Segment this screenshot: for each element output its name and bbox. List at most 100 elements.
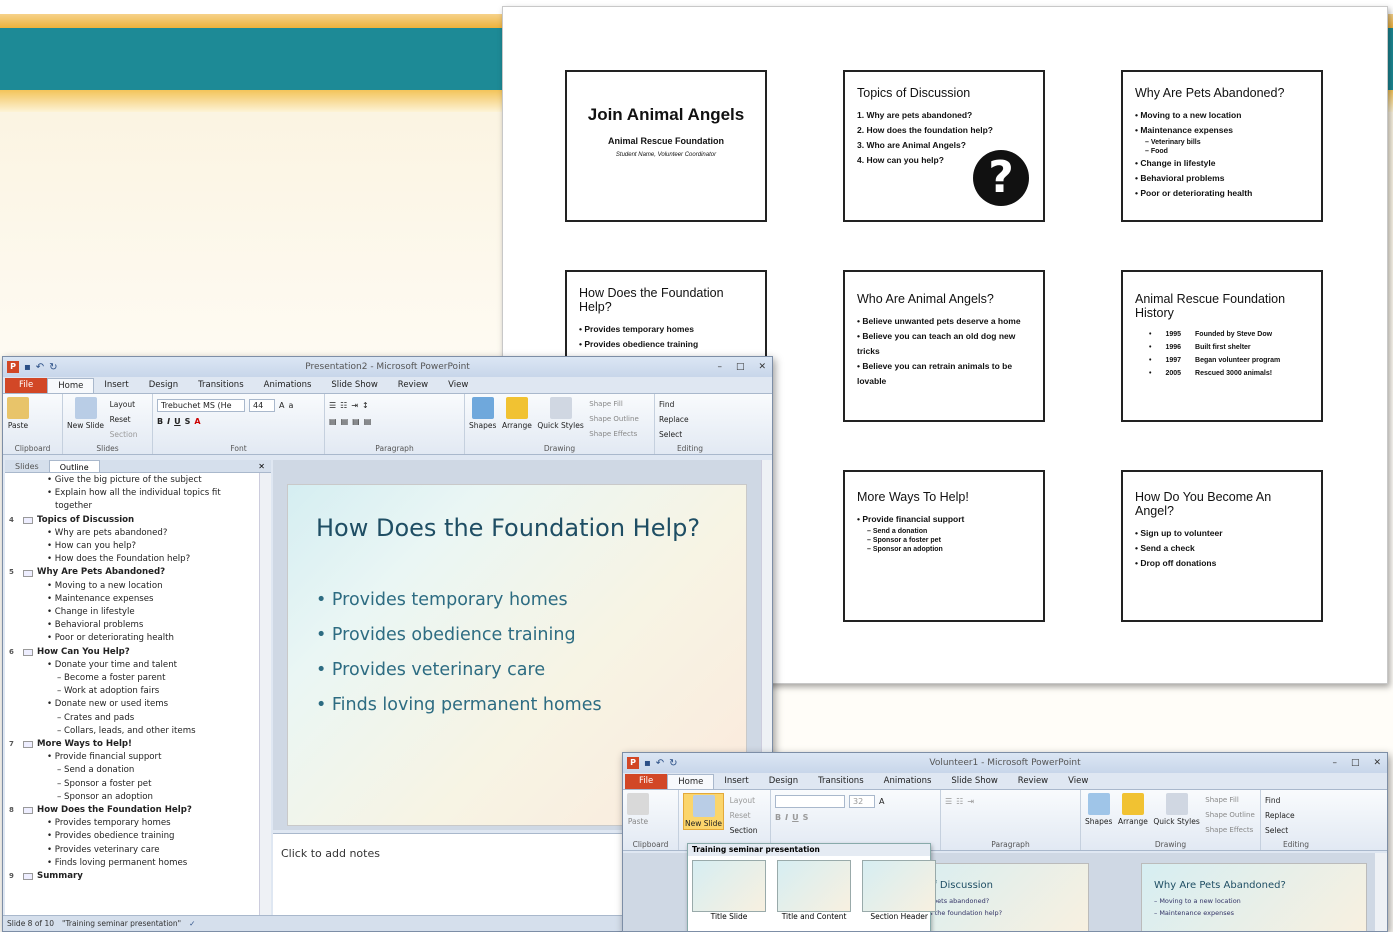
outline-bullet[interactable]: • Give the big picture of the subject (9, 474, 267, 487)
strikethrough-icon[interactable]: S (185, 417, 191, 426)
bold-icon[interactable]: B (775, 813, 781, 822)
reset-button[interactable]: Reset (730, 808, 758, 823)
shape-effects-button[interactable]: Shape Effects (1205, 823, 1254, 838)
close-button[interactable]: ✕ (1373, 758, 1381, 768)
layout-button[interactable]: Layout (110, 397, 138, 412)
shape-fill-button[interactable]: Shape Fill (589, 397, 638, 412)
underline-icon[interactable]: U (792, 813, 799, 822)
outline-bullet[interactable]: – Sponsor a foster pet (9, 778, 267, 791)
shape-fill-button[interactable]: Shape Fill (1205, 793, 1254, 808)
section-button[interactable]: Section (730, 823, 758, 838)
section-button[interactable]: Section (110, 427, 138, 442)
slide-bullet[interactable]: • Provides veterinary care (316, 653, 602, 688)
find-button[interactable]: Find (659, 397, 721, 412)
close-pane-icon[interactable]: ✕ (258, 460, 271, 472)
slide-title[interactable]: How Does the Foundation Help? (316, 511, 716, 545)
shrink-font-icon[interactable]: a (288, 401, 293, 410)
paste-button[interactable]: Paste (627, 793, 649, 826)
numbering-icon[interactable]: ☷ (340, 401, 347, 410)
numbering-icon[interactable]: ☷ (956, 797, 963, 806)
tab-slide-show[interactable]: Slide Show (321, 378, 387, 393)
shape-effects-button[interactable]: Shape Effects (589, 427, 638, 442)
bullets-icon[interactable]: ☰ (945, 797, 952, 806)
outline-bullet[interactable]: • Change in lifestyle (9, 606, 267, 619)
slide-bullet[interactable]: • Provides obedience training (316, 618, 602, 653)
outline-bullet[interactable]: • How does the Foundation help? (9, 553, 267, 566)
maximize-button[interactable]: □ (736, 362, 745, 372)
tab-slide-show[interactable]: Slide Show (941, 774, 1007, 789)
justify-icon[interactable]: ▤ (364, 417, 372, 426)
select-button[interactable]: Select (659, 427, 721, 442)
shapes-button[interactable]: Shapes (469, 397, 496, 430)
slide-bullet[interactable]: • Finds loving permanent homes (316, 688, 602, 723)
tab-review[interactable]: Review (388, 378, 438, 393)
outline-scrollbar[interactable] (259, 473, 271, 915)
indent-icon[interactable]: ⇥ (351, 401, 358, 410)
outline-bullet[interactable]: • Poor or deteriorating health (9, 632, 267, 645)
layout-title-slide[interactable]: Title Slide (692, 860, 766, 921)
tab-transitions[interactable]: Transitions (188, 378, 254, 393)
tab-view[interactable]: View (1058, 774, 1098, 789)
quick-styles-button[interactable]: Quick Styles (1153, 793, 1200, 826)
select-button[interactable]: Select (1265, 823, 1327, 838)
italic-icon[interactable]: I (167, 417, 170, 426)
font-name-box[interactable]: Trebuchet MS (He (157, 398, 245, 412)
outline-slide-title[interactable]: 6 How Can You Help? (9, 646, 267, 659)
tab-design[interactable]: Design (759, 774, 808, 789)
layout-title-and-content[interactable]: Title and Content (777, 860, 852, 921)
shape-outline-button[interactable]: Shape Outline (1205, 808, 1254, 823)
outline-bullet[interactable]: • Maintenance expenses (9, 593, 267, 606)
close-button[interactable]: ✕ (758, 362, 766, 372)
tab-outline-pane[interactable]: Outline (48, 460, 100, 472)
bullets-icon[interactable]: ☰ (329, 401, 336, 410)
shapes-button[interactable]: Shapes (1085, 793, 1112, 826)
outline-bullet[interactable]: – Work at adoption fairs (9, 685, 267, 698)
undo-icon[interactable]: ↶ (36, 362, 44, 373)
tab-view[interactable]: View (438, 378, 478, 393)
font-name-box[interactable] (775, 794, 845, 808)
replace-button[interactable]: Replace (659, 412, 721, 427)
outline-bullet[interactable]: • Moving to a new location (9, 580, 267, 593)
redo-icon[interactable]: ↻ (669, 758, 677, 769)
tab-insert[interactable]: Insert (94, 378, 138, 393)
save-icon[interactable]: ▪ (644, 758, 651, 769)
layout-section-header[interactable]: Section Header (862, 860, 937, 921)
outline-slide-title[interactable]: 7 More Ways to Help! (9, 738, 267, 751)
grow-font-icon[interactable]: A (879, 797, 884, 806)
line-spacing-icon[interactable]: ↕ (362, 401, 369, 410)
save-icon[interactable]: ▪ (24, 362, 31, 373)
tab-home[interactable]: Home (667, 774, 715, 789)
indent-icon[interactable]: ⇥ (967, 797, 974, 806)
scrollbar[interactable] (1375, 853, 1387, 931)
outline-bullet[interactable]: – Crates and pads (9, 712, 267, 725)
minimize-button[interactable]: – (717, 362, 722, 372)
outline-bullet[interactable]: • Provides obedience training (9, 830, 267, 843)
bold-icon[interactable]: B (157, 417, 163, 426)
shape-outline-button[interactable]: Shape Outline (589, 412, 638, 427)
outline-bullet[interactable]: • Provide financial support (9, 751, 267, 764)
outline-bullet[interactable]: • Why are pets abandoned? (9, 527, 267, 540)
quick-styles-button[interactable]: Quick Styles (537, 397, 584, 430)
outline-slide-title[interactable]: 9 Summary (9, 870, 267, 883)
replace-button[interactable]: Replace (1265, 808, 1327, 823)
outline-bullet[interactable]: • Provides veterinary care (9, 844, 267, 857)
tab-slides-pane[interactable]: Slides (5, 460, 49, 472)
outline-bullet[interactable]: • Finds loving permanent homes (9, 857, 267, 870)
font-color-icon[interactable]: A (194, 417, 200, 426)
outline-slide-title[interactable]: 8 How Does the Foundation Help? (9, 804, 267, 817)
slide-thumbnail[interactable]: Why Are Pets Abandoned? – Moving to a ne… (1141, 863, 1367, 931)
outline-bullet[interactable]: – Become a foster parent (9, 672, 267, 685)
tab-file[interactable]: File (5, 378, 48, 393)
outline-bullet[interactable]: • Provides temporary homes (9, 817, 267, 830)
maximize-button[interactable]: □ (1351, 758, 1360, 768)
align-left-icon[interactable]: ▤ (329, 417, 337, 426)
tab-animations[interactable]: Animations (254, 378, 322, 393)
tab-home[interactable]: Home (47, 378, 95, 393)
redo-icon[interactable]: ↻ (49, 362, 57, 373)
outline-bullet[interactable]: together (9, 500, 267, 513)
outline-bullet[interactable]: – Sponsor an adoption (9, 791, 267, 804)
font-size-box[interactable]: 32 (849, 794, 875, 808)
tab-review[interactable]: Review (1008, 774, 1058, 789)
outline-bullet[interactable]: – Collars, leads, and other items (9, 725, 267, 738)
slide-bullet[interactable]: • Provides temporary homes (316, 583, 602, 618)
